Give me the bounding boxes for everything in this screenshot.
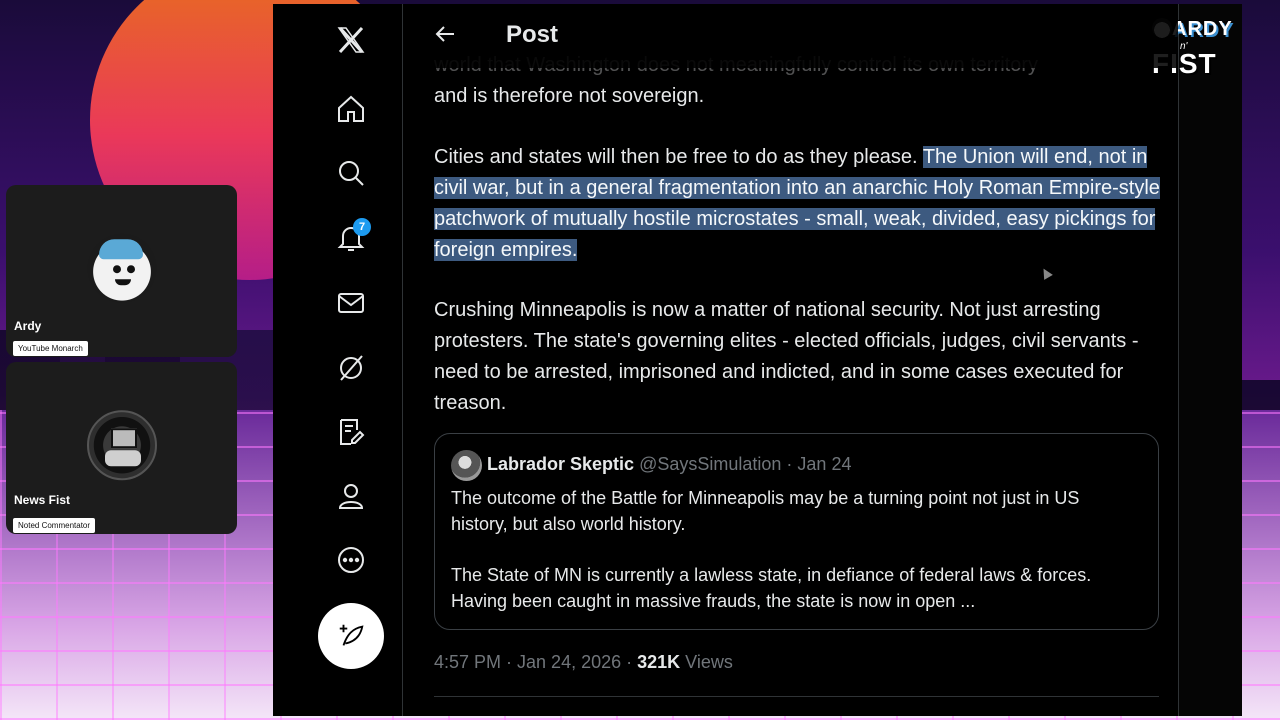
- home-icon[interactable]: [331, 89, 371, 129]
- feather-plus-icon: [339, 624, 364, 646]
- avatar[interactable]: [451, 450, 482, 481]
- cam-tag: YouTube Monarch: [13, 341, 88, 356]
- quoted-tweet-text: The outcome of the Battle for Minneapoli…: [451, 488, 1080, 534]
- more-icon[interactable]: [331, 540, 371, 580]
- tweet-paragraph: Cities and states will then be free to d…: [434, 142, 1164, 266]
- author-name[interactable]: Labrador Skeptic: [487, 454, 634, 474]
- news-fist-avatar: [86, 410, 157, 481]
- profile-icon[interactable]: [331, 476, 371, 516]
- tweet-date: · Jan 24: [786, 454, 852, 474]
- notifications-badge: 7: [353, 218, 371, 236]
- tweet-paragraph: Crushing Minneapolis is now a matter of …: [434, 299, 1139, 414]
- bell-icon[interactable]: 7: [331, 218, 371, 258]
- divider: [434, 696, 1159, 697]
- x-sidebar-nav: 7: [273, 4, 403, 716]
- quoted-tweet-header: Labrador Skeptic @SaysSimulation · Jan 2…: [487, 454, 851, 475]
- notes-icon[interactable]: [331, 412, 371, 452]
- search-icon[interactable]: [331, 153, 371, 193]
- webcam-panel-news-fist: News Fist Noted Commentator: [6, 362, 237, 534]
- logo-text-top: ARDY: [1172, 18, 1233, 40]
- tweet-meta: 4:57 PM · Jan 24, 2026 · 321K Views: [434, 652, 733, 673]
- author-handle[interactable]: @SaysSimulation: [639, 454, 781, 474]
- post-detail-column: Post world that Washington does not mean…: [404, 4, 1179, 716]
- right-column: [1179, 4, 1242, 716]
- cam-name: Ardy: [14, 319, 42, 333]
- ardy-avatar: [86, 233, 157, 304]
- views-count: 321K: [637, 652, 681, 672]
- cam-name: News Fist: [14, 493, 71, 507]
- tweet-paragraph: and is therefore not sovereign.: [434, 85, 705, 107]
- grok-icon[interactable]: [331, 348, 371, 388]
- post-header: Post: [404, 4, 1178, 68]
- compose-post-button[interactable]: [318, 603, 384, 669]
- mail-icon[interactable]: [331, 283, 371, 323]
- quoted-tweet-text: The State of MN is currently a lawless s…: [451, 565, 1092, 611]
- tweet-timestamp: 4:57 PM · Jan 24, 2026 ·: [434, 652, 638, 672]
- x-logo-icon[interactable]: [331, 20, 371, 60]
- views-label: Views: [680, 652, 733, 672]
- quoted-tweet[interactable]: Labrador Skeptic @SaysSimulation · Jan 2…: [434, 433, 1159, 630]
- x-app-window: 7 Post world that Washington does not me…: [273, 4, 1242, 716]
- tweet-text-plain: Cities and states will then be free to d…: [434, 146, 923, 168]
- cam-tag: Noted Commentator: [13, 518, 96, 533]
- page-title: Post: [506, 21, 559, 48]
- back-arrow-icon[interactable]: [434, 22, 462, 50]
- webcam-panel-ardy: Ardy YouTube Monarch: [6, 185, 237, 357]
